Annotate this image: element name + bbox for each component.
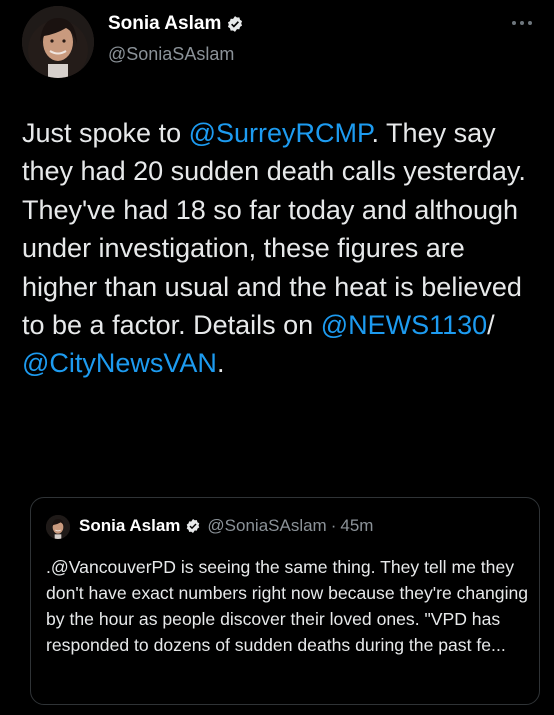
author-name-row: Sonia Aslam — [108, 13, 244, 35]
quoted-author-name: Sonia Aslam — [79, 516, 181, 535]
quoted-author-avatar — [46, 515, 70, 539]
quoted-tweet-timestamp[interactable]: 45m — [340, 516, 373, 536]
verified-badge-icon — [226, 15, 244, 33]
mention-link-citynewsvan[interactable]: @CityNewsVAN — [22, 348, 217, 378]
author-name[interactable]: Sonia Aslam — [108, 13, 221, 35]
mention-link-surreyrcmp[interactable]: @SurreyRCMP — [189, 118, 372, 148]
mention-link-news1130[interactable]: @NEWS1130 — [321, 310, 487, 340]
verified-badge-icon — [185, 518, 201, 534]
tweet: Sonia Aslam @SoniaSAslam Just spoke to @… — [0, 0, 554, 715]
tweet-text-part: . They say they had 20 sudden death call… — [22, 118, 526, 341]
tweet-text-part: Just spoke to — [22, 118, 189, 148]
quoted-tweet-header: Sonia Aslam @SoniaSAslam · 45m — [79, 516, 373, 536]
quoted-author-handle: @SoniaSAslam — [207, 516, 327, 535]
quoted-tweet-text: .@VancouverPD is seeing the same thing. … — [46, 557, 529, 655]
separator-dot: · — [330, 516, 337, 535]
more-horizontal-icon[interactable] — [510, 10, 534, 33]
author-handle[interactable]: @SoniaSAslam — [108, 44, 234, 65]
quoted-tweet[interactable]: Sonia Aslam @SoniaSAslam · 45m .@Vancouv… — [30, 497, 540, 705]
author-avatar[interactable] — [22, 6, 94, 78]
tweet-text-part: . — [216, 348, 225, 379]
tweet-text: Just spoke to @SurreyRCMP. They say they… — [22, 114, 542, 383]
tweet-text-part: / — [487, 310, 495, 341]
